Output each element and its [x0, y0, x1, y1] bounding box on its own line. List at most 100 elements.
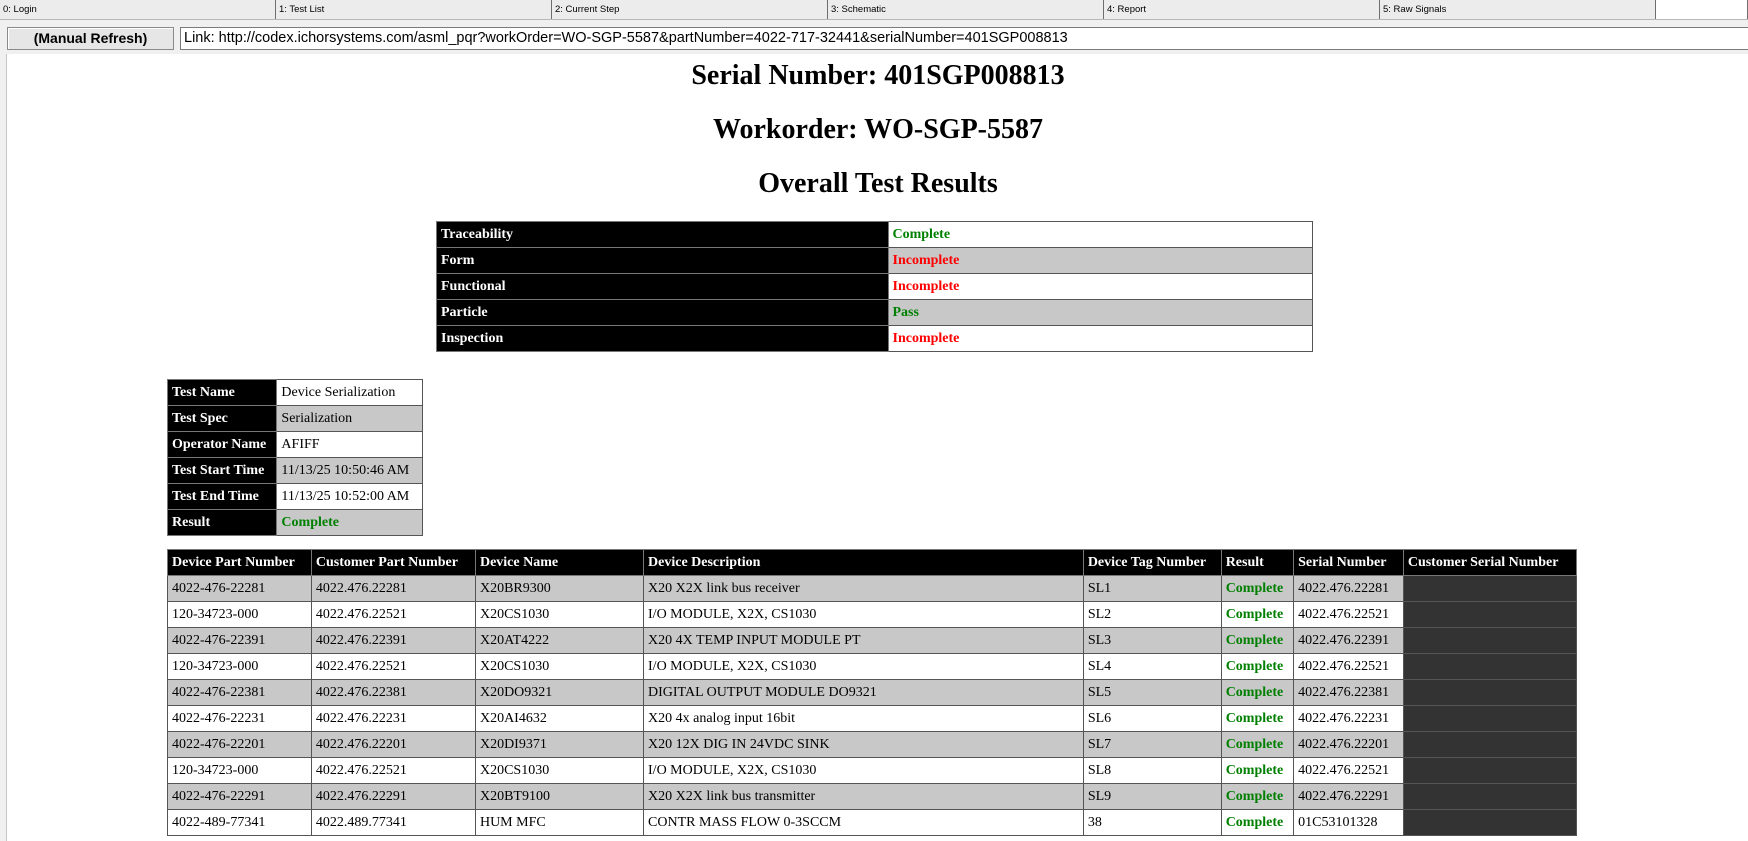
test-info-value: 11/13/25 10:52:00 AM	[276, 483, 423, 510]
test-info-row: Operator Name AFIFF	[166, 431, 423, 458]
table-row: 4022-476-22231 4022.476.22231 X20AI4632 X20…	[167, 705, 1578, 732]
summary-key: Particle	[436, 299, 889, 326]
device-serial-number: 4022.476.22521	[1293, 653, 1404, 680]
device-tag-number: SL1	[1082, 575, 1222, 602]
test-info-value: AFIFF	[276, 431, 423, 458]
column-header: Device Name	[474, 549, 645, 576]
device-name: HUM MFC	[474, 809, 645, 836]
device-tag-number: SL9	[1082, 783, 1222, 810]
report-link-field[interactable]: Link: http://codex.ichorsystems.com/asml…	[180, 27, 1748, 50]
overall-results-table: Traceability Complete Form Incomplete Fu…	[436, 221, 1313, 352]
device-serial-number: 4022.476.22281	[1293, 575, 1404, 602]
summary-row: Traceability Complete	[436, 221, 1313, 248]
tab-current-step[interactable]: 2: Current Step	[552, 0, 828, 19]
table-row: 4022-476-22201 4022.476.22201 X20DI9371 X20…	[167, 731, 1578, 758]
table-row: 120-34723-000 4022.476.22521 X20CS1030 I/O …	[167, 757, 1578, 784]
device-tag-number: SL6	[1082, 705, 1222, 732]
device-description: X20 12X DIG IN 24VDC SINK	[643, 731, 1084, 758]
device-serial-number: 4022.476.22391	[1293, 627, 1404, 654]
device-result: Complete	[1220, 757, 1295, 784]
customer-serial-number	[1402, 731, 1578, 758]
summary-row: Particle Pass	[436, 299, 1313, 326]
test-info-key: Test Name	[166, 379, 278, 406]
tab-schematic[interactable]: 3: Schematic	[828, 0, 1104, 19]
overall-results-heading: Overall Test Results	[758, 168, 998, 199]
device-serial-number: 4022.476.22231	[1293, 705, 1404, 732]
test-info-value: Device Serialization	[276, 379, 423, 406]
device-part-number: 120-34723-000	[167, 653, 312, 680]
device-description: I/O MODULE, X2X, CS1030	[643, 601, 1084, 628]
column-header: Result	[1220, 549, 1295, 576]
customer-part-number: 4022.476.22281	[310, 575, 476, 602]
device-part-number: 4022-476-22391	[167, 627, 312, 654]
test-info-key: Test Start Time	[166, 457, 278, 484]
test-info-key: Test Spec	[166, 405, 278, 432]
device-result: Complete	[1220, 731, 1295, 758]
customer-part-number: 4022.489.77341	[310, 809, 476, 836]
device-description: X20 4x analog input 16bit	[643, 705, 1084, 732]
tab-bar: 0: Login 1: Test List 2: Current Step 3:…	[0, 0, 1748, 20]
customer-serial-number	[1402, 705, 1578, 732]
customer-serial-number	[1402, 653, 1578, 680]
test-info-value: Serialization	[276, 405, 423, 432]
test-info-key: Test End Time	[166, 483, 278, 510]
test-info-row: Test Spec Serialization	[166, 405, 423, 432]
test-info-row: Test Name Device Serialization	[166, 379, 423, 406]
report-panel: Serial Number: 401SGP008813 Workorder: W…	[6, 54, 1748, 841]
device-part-number: 4022-476-22291	[167, 783, 312, 810]
column-header: Device Tag Number	[1082, 549, 1222, 576]
device-serial-number: 01C53101328	[1293, 809, 1404, 836]
device-serial-number: 4022.476.22291	[1293, 783, 1404, 810]
workorder-heading: Workorder: WO-SGP-5587	[712, 114, 1043, 145]
device-description: DIGITAL OUTPUT MODULE DO9321	[643, 679, 1084, 706]
summary-row: Functional Incomplete	[436, 273, 1313, 300]
manual-refresh-button[interactable]: (Manual Refresh)	[7, 27, 174, 50]
tab-empty-area	[1655, 0, 1748, 19]
column-header: Customer Part Number	[310, 549, 476, 576]
customer-part-number: 4022.476.22231	[310, 705, 476, 732]
device-description: CONTR MASS FLOW 0-3SCCM	[643, 809, 1084, 836]
device-part-number: 4022-476-22281	[167, 575, 312, 602]
device-serial-number: 4022.476.22381	[1293, 679, 1404, 706]
tab-login[interactable]: 0: Login	[0, 0, 276, 19]
column-header: Customer Serial Number	[1402, 549, 1578, 576]
test-info-key: Operator Name	[166, 431, 278, 458]
device-tag-number: 38	[1082, 809, 1222, 836]
tab-test-list[interactable]: 1: Test List	[276, 0, 552, 19]
tab-raw-signals[interactable]: 5: Raw Signals	[1380, 0, 1656, 19]
test-info-value: 11/13/25 10:50:46 AM	[276, 457, 423, 484]
summary-key: Traceability	[436, 221, 889, 248]
tab-report[interactable]: 4: Report	[1104, 0, 1380, 19]
device-part-number: 4022-476-22381	[167, 679, 312, 706]
table-row: 4022-476-22381 4022.476.22381 X20DO9321 DIG…	[167, 679, 1578, 706]
test-info-key: Result	[166, 509, 278, 536]
summary-row: Inspection Incomplete	[436, 325, 1313, 352]
customer-serial-number	[1402, 679, 1578, 706]
serial-number-heading: Serial Number: 401SGP008813	[691, 60, 1065, 91]
summary-value: Incomplete	[887, 325, 1313, 352]
device-result: Complete	[1220, 705, 1295, 732]
summary-value: Incomplete	[887, 273, 1313, 300]
device-description: X20 X2X link bus receiver	[643, 575, 1084, 602]
device-serial-number: 4022.476.22521	[1293, 757, 1404, 784]
customer-part-number: 4022.476.22381	[310, 679, 476, 706]
table-row: 4022-476-22391 4022.476.22391 X20AT4222 X20…	[167, 627, 1578, 654]
customer-serial-number	[1402, 783, 1578, 810]
table-row: 120-34723-000 4022.476.22521 X20CS1030 I/O …	[167, 601, 1578, 628]
device-result: Complete	[1220, 809, 1295, 836]
device-result: Complete	[1220, 653, 1295, 680]
device-result: Complete	[1220, 783, 1295, 810]
summary-key: Inspection	[436, 325, 889, 352]
device-tag-number: SL8	[1082, 757, 1222, 784]
device-result: Complete	[1220, 601, 1295, 628]
test-info-row: Test End Time 11/13/25 10:52:00 AM	[166, 483, 423, 510]
device-name: X20BT9100	[474, 783, 645, 810]
customer-part-number: 4022.476.22521	[310, 757, 476, 784]
customer-part-number: 4022.476.22291	[310, 783, 476, 810]
device-description: I/O MODULE, X2X, CS1030	[643, 653, 1084, 680]
summary-value: Incomplete	[887, 247, 1313, 274]
customer-serial-number	[1402, 757, 1578, 784]
device-part-number: 120-34723-000	[167, 601, 312, 628]
test-info-row: Result Complete	[166, 509, 423, 536]
table-row: 4022-476-22281 4022.476.22281 X20BR9300 X20…	[167, 575, 1578, 602]
